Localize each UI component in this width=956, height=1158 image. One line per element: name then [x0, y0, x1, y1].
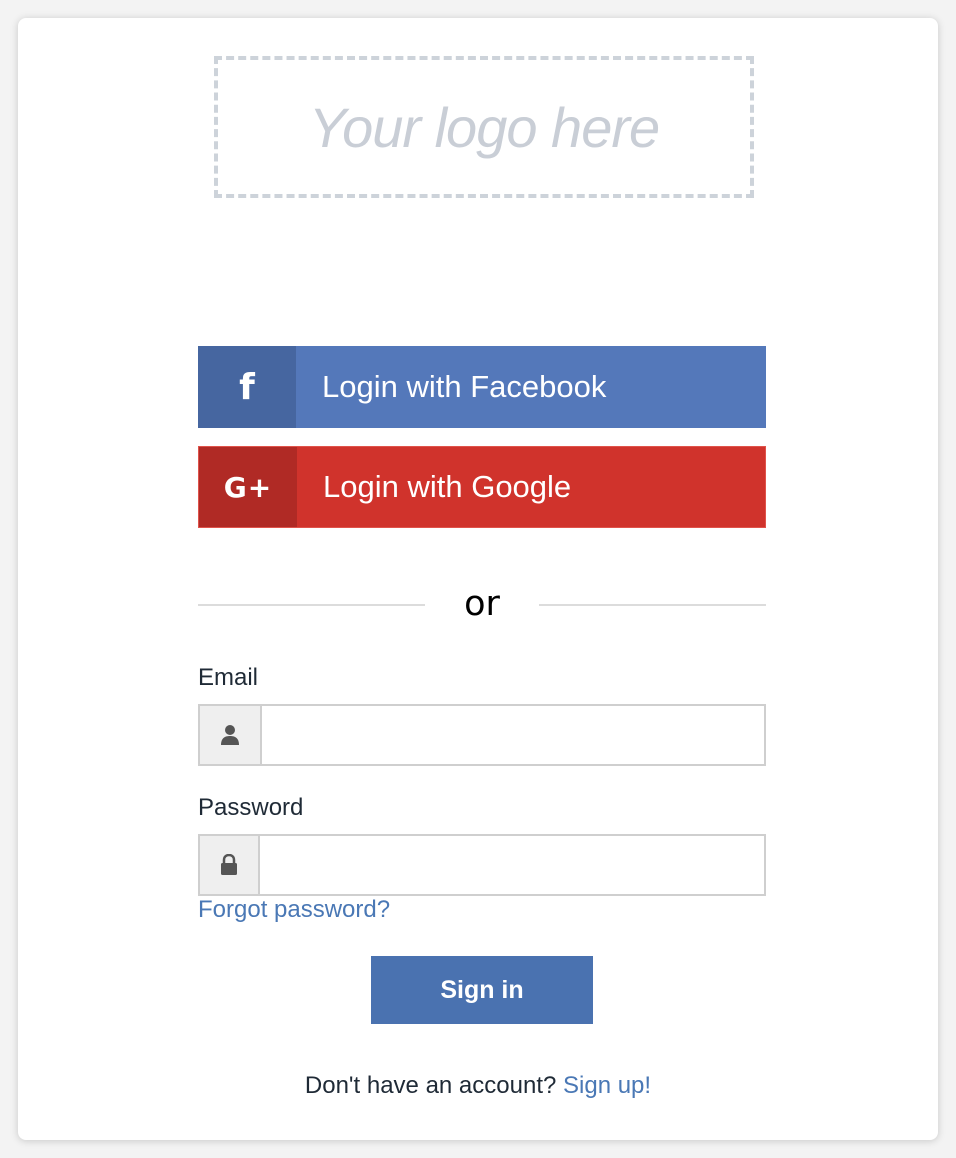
or-divider: or	[198, 584, 766, 630]
facebook-icon: f	[198, 346, 296, 428]
forgot-password-link[interactable]: Forgot password?	[198, 896, 390, 924]
sign-up-link[interactable]: Sign up!	[563, 1072, 651, 1099]
login-card: Your logo here f Login with Facebook G+ …	[18, 18, 938, 1140]
divider-text: or	[464, 584, 500, 624]
password-input-group	[198, 834, 766, 896]
login-facebook-button[interactable]: f Login with Facebook	[198, 346, 766, 428]
signup-prompt-text: Don't have an account?	[304, 1072, 563, 1099]
logo-placeholder: Your logo here	[214, 56, 754, 198]
email-input[interactable]	[262, 704, 766, 766]
email-label: Email	[198, 664, 259, 691]
password-label: Password	[198, 794, 304, 821]
email-input-group	[198, 704, 766, 766]
password-input[interactable]	[260, 834, 766, 896]
user-icon	[198, 704, 262, 766]
sign-in-button[interactable]: Sign in	[371, 956, 593, 1024]
signup-prompt: Don't have an account? Sign up!	[18, 1072, 938, 1100]
lock-icon	[198, 834, 260, 896]
logo-placeholder-text: Your logo here	[308, 95, 660, 159]
login-google-label: Login with Google	[323, 469, 572, 504]
login-facebook-label: Login with Facebook	[322, 369, 607, 404]
google-plus-icon: G+	[199, 447, 297, 527]
login-google-button[interactable]: G+ Login with Google	[198, 446, 766, 528]
